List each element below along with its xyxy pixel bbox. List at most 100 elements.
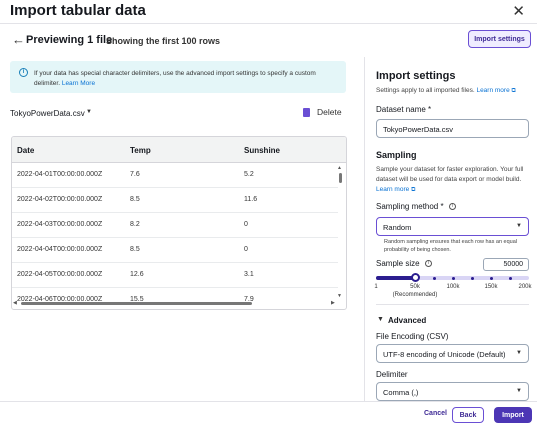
file-encoding-label: File Encoding (CSV)	[376, 332, 449, 341]
column-header-sunshine[interactable]: Sunshine	[244, 146, 280, 155]
caret-down-icon: ▼	[516, 223, 522, 229]
slider-step-dot	[490, 276, 493, 280]
chevron-down-icon[interactable]: ▼	[377, 316, 384, 323]
slider-tick-label: 150k	[484, 284, 498, 290]
advanced-toggle[interactable]: Advanced	[388, 316, 426, 325]
table-header: Date Temp Sunshine	[12, 137, 346, 163]
sampling-method-label-text: Sampling method *	[376, 202, 444, 211]
vertical-scrollbar[interactable]: ▲ ▼	[337, 165, 345, 305]
sampling-method-value: Random	[383, 223, 412, 232]
sampling-help-text: Sample your dataset for faster explorati…	[376, 166, 524, 183]
table-cell: 5.2	[244, 171, 254, 178]
slider-fill	[376, 276, 415, 280]
table-cell: 8.2	[130, 221, 140, 228]
external-link-icon: ⧉	[411, 187, 416, 193]
sampling-help: Sample your dataset for faster explorati…	[376, 165, 536, 195]
slider-step-dot	[433, 276, 436, 280]
info-text: If your data has special character delim…	[34, 69, 338, 89]
sample-size-input[interactable]: 50000	[483, 258, 529, 271]
table-row: 2022-04-05T00:00:00.000Z 12.6 3.1	[12, 263, 338, 288]
column-header-temp[interactable]: Temp	[130, 146, 151, 155]
file-encoding-value: UTF-8 encoding of Unicode (Default)	[383, 350, 506, 359]
info-banner: i If your data has special character del…	[10, 61, 346, 93]
preview-table: Date Temp Sunshine 2022-04-01T00:00:00.0…	[11, 136, 347, 310]
dialog-title: Import tabular data	[10, 2, 146, 19]
dataset-name-label: Dataset name *	[376, 105, 432, 114]
sampling-method-help: Random sampling ensures that each row ha…	[384, 239, 517, 253]
preview-title: Previewing 1 file	[26, 34, 113, 46]
settings-learn-more-link[interactable]: Learn more	[476, 87, 509, 94]
cancel-button[interactable]: Cancel	[424, 410, 447, 417]
import-settings-panel: Import settings Settings apply to all im…	[365, 57, 537, 402]
table-row: 2022-04-02T00:00:00.000Z 8.5 11.6	[12, 188, 338, 213]
settings-apply-text: Settings apply to all imported files. Le…	[376, 87, 516, 95]
sample-size-slider[interactable]	[376, 273, 529, 282]
sampling-method-select[interactable]: Random ▼	[376, 217, 529, 236]
delimiter-value: Comma (,)	[383, 388, 419, 397]
table-cell: 0	[244, 246, 248, 253]
scroll-right-icon[interactable]: ▶	[331, 300, 335, 306]
settings-title: Import settings	[376, 70, 456, 82]
delimiter-label: Delimiter	[376, 370, 408, 379]
scroll-up-icon[interactable]: ▲	[337, 165, 342, 171]
import-settings-button[interactable]: Import settings	[468, 30, 531, 48]
delimiter-select[interactable]: Comma (,) ▼	[376, 382, 529, 401]
settings-apply-message: Settings apply to all imported files.	[376, 87, 475, 94]
table-row: 2022-04-04T00:00:00.000Z 8.5 0	[12, 238, 338, 263]
slider-tick-label: 50k	[410, 284, 420, 290]
sampling-method-label: Sampling method * i	[376, 202, 456, 211]
info-learn-more-link[interactable]: Learn More	[62, 80, 95, 87]
table-cell: 8.5	[130, 196, 140, 203]
slider-tick-label: 200k	[518, 284, 532, 290]
caret-down-icon: ▼	[516, 388, 522, 394]
table-cell: 12.6	[130, 271, 144, 278]
scroll-down-icon[interactable]: ▼	[337, 293, 342, 299]
horizontal-scroll-thumb[interactable]	[21, 302, 252, 305]
table-cell: 2022-04-05T00:00:00.000Z	[17, 271, 103, 278]
sample-size-label-text: Sample size	[376, 259, 420, 268]
column-header-date[interactable]: Date	[17, 146, 34, 155]
slider-step-dot	[471, 276, 474, 280]
slider-tick-label: 1	[374, 284, 378, 290]
import-button[interactable]: Import	[494, 407, 532, 423]
table-cell: 2022-04-01T00:00:00.000Z	[17, 171, 103, 178]
slider-tick-label: 100k	[446, 284, 460, 290]
table-cell: 2022-04-03T00:00:00.000Z	[17, 221, 103, 228]
close-icon[interactable]: ✕	[512, 2, 525, 20]
sample-size-label: Sample size i	[376, 259, 432, 268]
footer-divider	[0, 401, 537, 402]
table-cell: 2022-04-04T00:00:00.000Z	[17, 246, 103, 253]
table-cell: 0	[244, 221, 248, 228]
vertical-scroll-thumb[interactable]	[339, 173, 342, 183]
dataset-name-input[interactable]: TokyoPowerData.csv	[376, 119, 529, 138]
preview-bar: ← Previewing 1 file Showing the first 10…	[0, 24, 537, 57]
table-row: 2022-04-01T00:00:00.000Z 7.6 5.2	[12, 163, 338, 188]
arrow-left-icon[interactable]: ←	[12, 32, 25, 47]
table-cell: 8.5	[130, 246, 140, 253]
file-name[interactable]: TokyoPowerData.csv	[10, 109, 85, 118]
scroll-left-icon[interactable]: ◀	[13, 300, 17, 306]
info-icon: i	[19, 68, 28, 77]
back-button[interactable]: Back	[452, 407, 484, 423]
sampling-title: Sampling	[376, 150, 417, 160]
table-cell: 7.6	[130, 171, 140, 178]
file-encoding-select[interactable]: UTF-8 encoding of Unicode (Default) ▼	[376, 344, 529, 363]
trash-icon[interactable]	[303, 108, 310, 117]
slider-handle[interactable]	[411, 273, 420, 282]
preview-note: Showing the first 100 rows	[106, 36, 221, 46]
dialog-header: Import tabular data ✕	[0, 0, 537, 22]
table-row: 2022-04-03T00:00:00.000Z 8.2 0	[12, 213, 338, 238]
table-cell: 3.1	[244, 271, 254, 278]
slider-step-dot	[509, 276, 512, 280]
sampling-learn-more-link[interactable]: Learn more	[376, 186, 409, 193]
caret-down-icon[interactable]: ▼	[86, 109, 92, 115]
table-cell: 2022-04-02T00:00:00.000Z	[17, 196, 103, 203]
info-icon[interactable]: i	[448, 203, 456, 211]
delete-button[interactable]: Delete	[317, 107, 342, 117]
caret-down-icon: ▼	[516, 350, 522, 356]
slider-step-dot	[452, 276, 455, 280]
horizontal-scrollbar[interactable]: ◀ ▶	[11, 300, 336, 308]
section-divider	[376, 304, 529, 305]
slider-recommended-label: (Recommended)	[392, 292, 438, 298]
info-icon[interactable]: i	[424, 260, 432, 268]
